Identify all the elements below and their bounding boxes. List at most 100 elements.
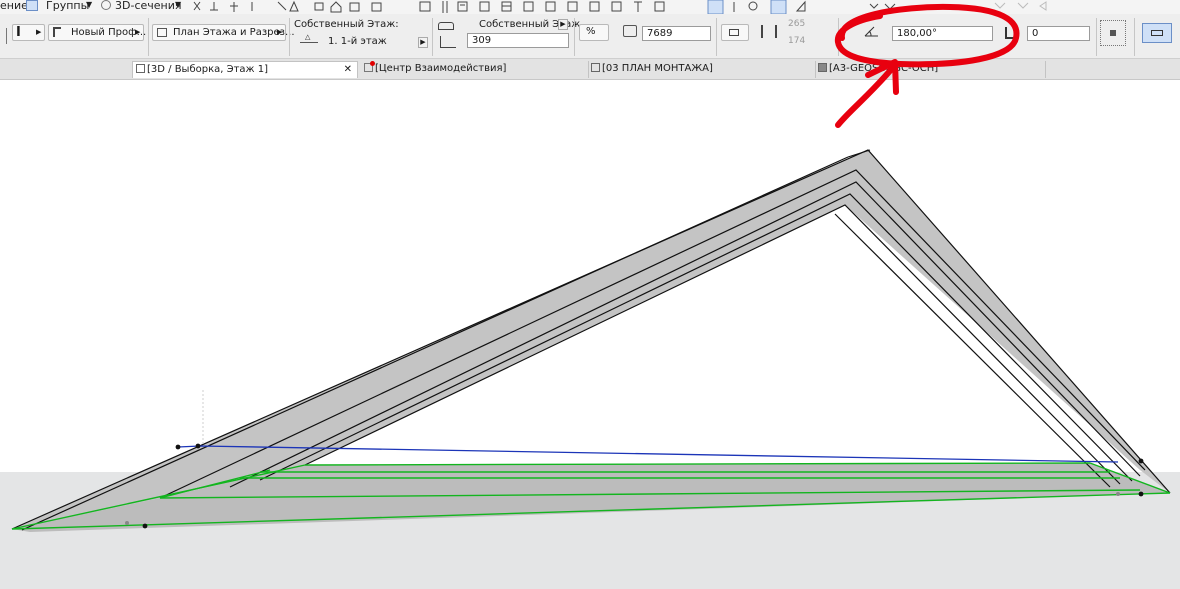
- send-back-icon: [567, 1, 578, 12]
- dimension-icon: [761, 25, 777, 38]
- separator: [838, 18, 839, 56]
- stack-icon: [589, 1, 600, 12]
- separator: [432, 18, 433, 56]
- floor-plan-icon: [157, 28, 167, 37]
- split-icon: [230, 2, 238, 12]
- slope-percent-button[interactable]: %: [579, 24, 609, 41]
- hotspot-faint: [125, 521, 129, 525]
- toolbar-icon-strip[interactable]: [190, 0, 1180, 14]
- tab-label: [3D / Выборка, Этаж 1]: [147, 64, 268, 75]
- anchor-center-icon: [1110, 30, 1116, 36]
- doc-icon: [611, 1, 622, 12]
- sections-dropdown-icon[interactable]: ▼: [175, 0, 181, 9]
- sections-icon[interactable]: [101, 0, 111, 10]
- 3d-sections-button[interactable]: 3D-сечения: [115, 0, 181, 12]
- group-icon: [523, 1, 534, 12]
- filter-down2-icon: [1017, 2, 1029, 9]
- home-story-label: Собственный Этаж:: [294, 19, 399, 30]
- geometry-method-button[interactable]: [1142, 23, 1172, 43]
- profile-arrow-icon: ▶: [135, 28, 141, 36]
- view-tab-strip: [3D / Выборка, Этаж 1] ✕ [Центр Взаимоде…: [0, 59, 1180, 80]
- bottom-offset-icon: [440, 36, 456, 48]
- slope-icon: [795, 0, 806, 12]
- length-icon: [623, 25, 637, 37]
- divider-icon: [442, 1, 448, 13]
- cross-section-button[interactable]: [721, 24, 749, 41]
- arrow-right-icon: ▶: [36, 28, 42, 36]
- groups-dropdown-icon[interactable]: ▼: [86, 0, 92, 9]
- home-icon: [330, 1, 342, 13]
- hotspot: [175, 444, 181, 450]
- separator: [1096, 18, 1097, 56]
- anchor-point-selector[interactable]: [1100, 20, 1126, 46]
- tab-interaction-center[interactable]: [Центр Взаимодействия]: [364, 61, 589, 78]
- length-field[interactable]: 7689: [642, 26, 711, 41]
- dimension-top-value: 265: [788, 19, 806, 29]
- 3d-viewport[interactable]: [0, 80, 1180, 589]
- hotspot: [1138, 458, 1144, 464]
- groups-button[interactable]: Группы: [46, 0, 89, 12]
- rotation-angle-field[interactable]: 180,00°: [892, 26, 993, 41]
- home-story-value[interactable]: 1. 1-й этаж: [328, 36, 387, 47]
- toolbar-top: ение Группы ▼ 3D-сечения ▼: [0, 0, 1180, 14]
- interaction-center-icon: [364, 61, 375, 72]
- floor-plan-arrow-icon: ▶: [277, 28, 283, 36]
- right-offset-icon: [1005, 27, 1015, 39]
- nav-icon: [884, 3, 896, 10]
- tab-label: [Центр Взаимодействия]: [375, 63, 507, 74]
- notification-dot: [370, 61, 375, 66]
- rectangle-method-icon: [1151, 30, 1163, 36]
- tab-plan-montage[interactable]: [03 ПЛАН МОНТАЖА]: [591, 61, 816, 78]
- home-story-arrow-icon[interactable]: ▶: [418, 37, 428, 48]
- tab-label: [A3-GEOSCOGC-OCH]: [829, 63, 939, 74]
- rectangle-section-icon: [729, 29, 739, 36]
- play-back-icon: [1039, 1, 1047, 11]
- separator: [289, 18, 290, 56]
- text-icon: [634, 1, 642, 12]
- top-offset-icon: [438, 22, 454, 30]
- info-box: I ▶ Новый Проф... ▶ План Этажа и Разрез.…: [0, 14, 1180, 59]
- right-offset-field[interactable]: 0: [1027, 26, 1090, 41]
- floor-plan-tab-icon: [591, 63, 600, 72]
- groups-icon[interactable]: [26, 0, 38, 11]
- floor-plan-section-button[interactable]: План Этажа и Разрез... ▶: [152, 24, 295, 41]
- home-story2-arrow-icon[interactable]: ▶: [558, 19, 568, 30]
- layout-tab-icon: [818, 63, 827, 72]
- separator: [1134, 18, 1135, 56]
- line-icon: [277, 1, 287, 11]
- separator: [716, 18, 717, 56]
- roof-truss-model[interactable]: [0, 80, 1180, 589]
- chevron-icon: [869, 3, 879, 9]
- profile-button[interactable]: Новый Проф... ▶: [48, 24, 146, 41]
- active-grid-highlight: [770, 0, 787, 14]
- offset-icon: [289, 0, 299, 12]
- dimension-bottom-value: 174: [788, 36, 806, 46]
- align-icon: [457, 1, 468, 12]
- hotspot-faint: [1116, 492, 1120, 496]
- hotspot: [142, 523, 148, 529]
- separator: [574, 18, 575, 56]
- tab-layout[interactable]: [A3-GEOSCOGC-OCH]: [818, 61, 1046, 78]
- bring-front-icon: [545, 1, 556, 12]
- story-icon: △: [300, 33, 318, 43]
- percent-icon: %: [586, 26, 596, 37]
- scissors-icon: [193, 1, 201, 11]
- copy-icon: [349, 2, 360, 12]
- offset-field[interactable]: 309: [467, 33, 569, 48]
- rotation-angle-icon: [864, 24, 878, 38]
- hotspot: [195, 443, 201, 449]
- left-edge-marker: [6, 28, 7, 44]
- layer-icon: [419, 1, 431, 12]
- tab-3d-view[interactable]: [3D / Выборка, Этаж 1] ✕: [132, 61, 358, 78]
- trim-icon: [210, 2, 218, 11]
- table-icon: [654, 1, 665, 12]
- 3d-view-icon: [136, 64, 145, 73]
- element-type-button[interactable]: I ▶: [12, 24, 45, 41]
- active-tool-highlight: [707, 0, 724, 14]
- toolbar-partial-label: ение: [0, 0, 28, 12]
- grid-icon: [501, 1, 512, 12]
- close-icon[interactable]: ✕: [344, 62, 352, 77]
- separator: [148, 18, 149, 56]
- profile-icon: [53, 27, 61, 37]
- distribute-icon: [479, 1, 490, 12]
